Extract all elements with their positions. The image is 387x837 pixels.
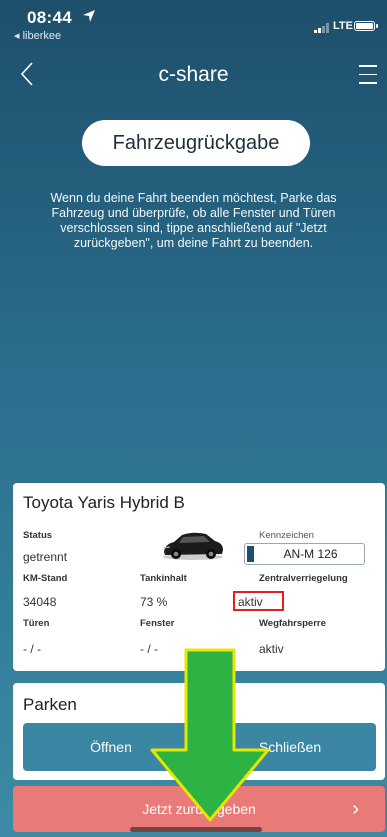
return-button-label: Jetzt zurückgeben [142,801,256,817]
parking-card: Parken Öffnen Schließen [13,683,385,780]
status-bar: 08:44 ◂ liberkee LTE [0,0,387,60]
immobilizer-value: aktiv [259,642,284,656]
instructions-text: Wenn du deine Fahrt beenden möchtest, Pa… [50,191,337,250]
car-image [163,532,223,560]
central-lock-value: aktiv [238,595,263,609]
status-label: Status [23,530,53,541]
central-lock-label: Zentralverriegelung [259,573,348,584]
network-type: LTE [333,20,353,32]
km-label: KM-Stand [23,573,68,584]
doors-value: - / - [23,642,41,656]
nav-bar: c-share [0,52,387,98]
close-button[interactable]: Schließen [204,723,376,771]
immobilizer-label: Wegfahrsperre [259,618,326,629]
windows-label: Fenster [140,618,175,629]
status-value: getrennt [23,550,68,564]
tank-value: 73 % [140,595,168,609]
vehicle-name: Toyota Yaris Hybrid B [23,493,185,512]
clock: 08:44 [27,8,72,27]
signal-icon [314,23,329,33]
open-button[interactable]: Öffnen [23,723,199,771]
km-value: 34048 [23,595,57,609]
tank-label: Tankinhalt [140,573,187,584]
hamburger-menu-icon[interactable] [359,65,377,85]
chevron-right-icon: › [352,798,359,820]
battery-icon [354,21,378,31]
license-plate: AN-M 126 [244,543,365,565]
nav-title: c-share [158,63,229,86]
page-title: Fahrzeugrückgabe [82,120,310,166]
windows-value: - / - [140,642,158,656]
parking-title: Parken [23,695,77,714]
doors-label: Türen [23,618,50,629]
return-vehicle-button[interactable]: Jetzt zurückgeben › [13,786,385,832]
back-to-app-link[interactable]: ◂ liberkee [14,29,61,42]
plate-label: Kennzeichen [259,530,314,541]
home-indicator [130,827,262,832]
plate-value: AN-M 126 [283,547,338,561]
location-arrow-icon [83,10,95,22]
